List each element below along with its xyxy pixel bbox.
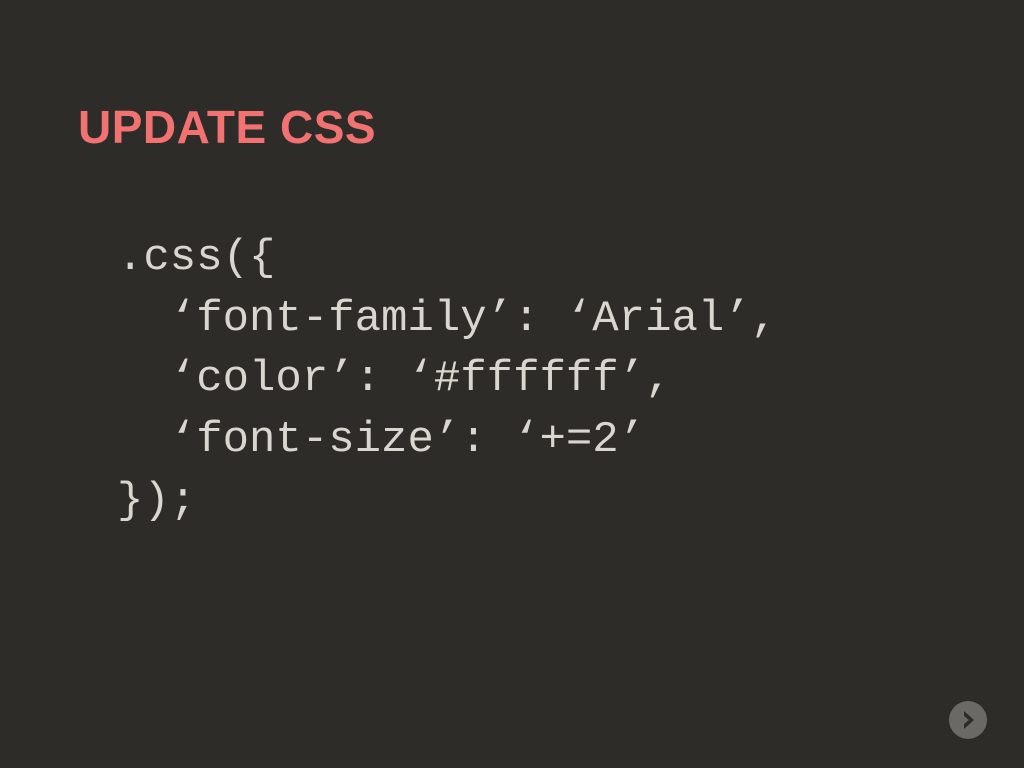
code-block: .css({ ‘font-family’: ‘Arial’, ‘color’: …	[117, 228, 777, 532]
arrow-right-circle-icon	[948, 700, 988, 740]
slide-title: UPDATE CSS	[78, 100, 376, 154]
next-arrow-button[interactable]	[948, 700, 988, 740]
